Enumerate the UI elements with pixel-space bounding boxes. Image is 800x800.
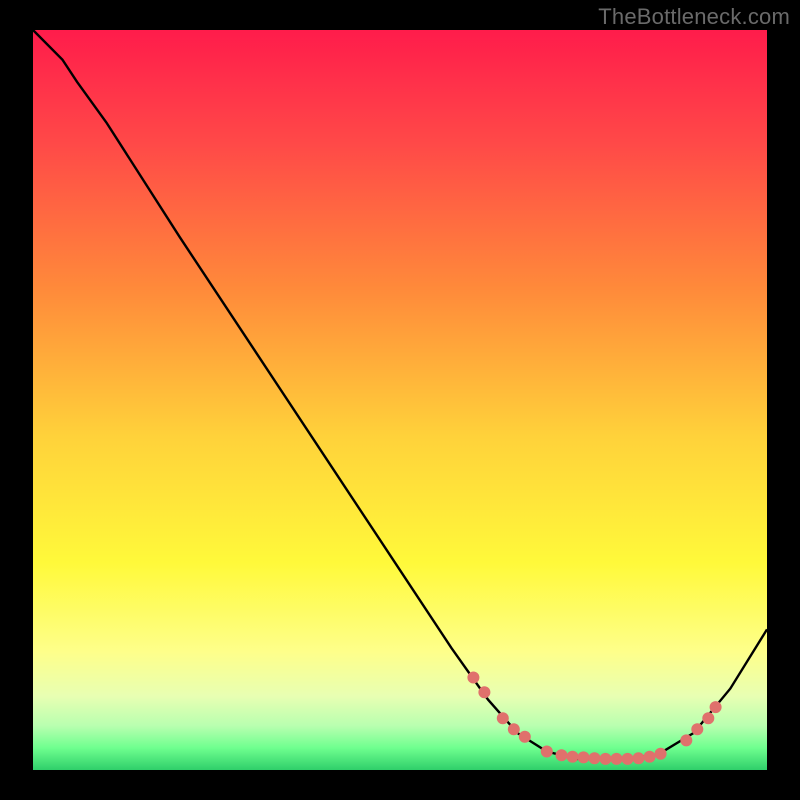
chart-frame: TheBottleneck.com <box>0 0 800 800</box>
gradient-background <box>33 30 767 770</box>
data-point <box>497 712 509 724</box>
data-point <box>478 686 490 698</box>
data-point <box>710 701 722 713</box>
data-point <box>611 753 623 765</box>
watermark-text: TheBottleneck.com <box>598 4 790 30</box>
data-point <box>702 712 714 724</box>
plot-area <box>33 30 767 770</box>
data-point <box>541 746 553 758</box>
data-point <box>467 672 479 684</box>
data-point <box>578 751 590 763</box>
data-point <box>589 752 601 764</box>
data-point <box>600 753 612 765</box>
data-point <box>508 723 520 735</box>
data-point <box>622 753 634 765</box>
data-point <box>519 731 531 743</box>
data-point <box>680 734 692 746</box>
data-point <box>644 751 656 763</box>
data-point <box>633 752 645 764</box>
data-point <box>567 751 579 763</box>
data-point <box>556 749 568 761</box>
chart-svg <box>33 30 767 770</box>
data-point <box>655 748 667 760</box>
data-point <box>691 723 703 735</box>
